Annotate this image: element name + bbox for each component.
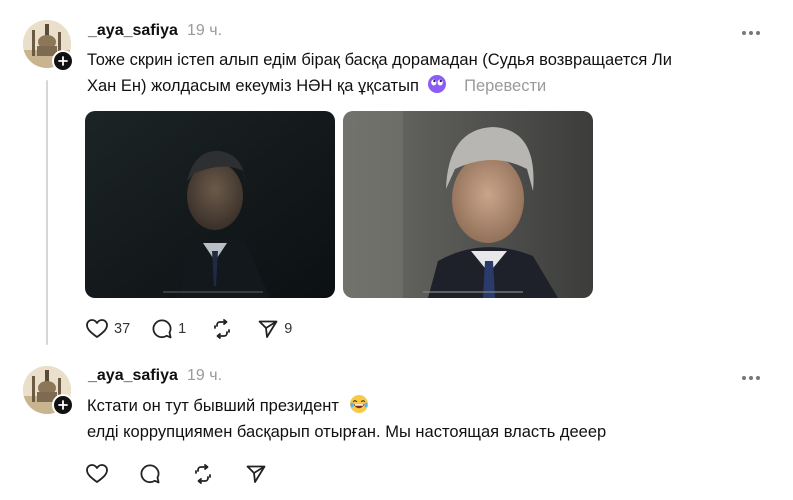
post-image[interactable]: [343, 111, 593, 298]
post-text-line: елді коррупциямен басқарып отырған. Мы н…: [87, 423, 607, 441]
post-text-line: Хан Ен) жолдасым екеуміз НӘН қа ұқсатып …: [87, 74, 546, 99]
reply-count: 1: [178, 321, 187, 337]
heart-icon: [86, 319, 108, 338]
repost-icon: [195, 464, 211, 484]
username[interactable]: _aya_safiya: [88, 367, 178, 385]
share-count: 9: [284, 321, 293, 337]
post-actions: [86, 461, 266, 487]
follow-button[interactable]: [52, 394, 74, 416]
more-dots-icon: [742, 31, 760, 35]
username[interactable]: _aya_safiya: [88, 22, 178, 40]
heart-icon: [86, 464, 108, 483]
like-count: 37: [114, 321, 131, 337]
eyes-rolling-emoji: [428, 75, 447, 93]
post-image[interactable]: [85, 111, 335, 298]
more-options-button[interactable]: [739, 23, 763, 43]
post-text-line: Кстати он тут бывший президент: [87, 394, 369, 419]
more-dots-icon: [742, 376, 760, 380]
more-options-button[interactable]: [739, 368, 763, 388]
post-text-line-1: Кстати он тут бывший президент: [87, 397, 339, 415]
timestamp[interactable]: 19 ч.: [187, 22, 222, 40]
repost-icon: [214, 319, 231, 339]
comment-icon: [140, 464, 160, 484]
plus-icon: [58, 400, 68, 410]
image-man-in-dark-room: [85, 111, 335, 298]
post-actions: 37 1 9: [86, 316, 292, 342]
follow-button[interactable]: [52, 50, 74, 72]
share-button[interactable]: [246, 464, 266, 484]
repost-button[interactable]: [212, 319, 232, 339]
like-button[interactable]: [86, 464, 108, 484]
timestamp[interactable]: 19 ч.: [187, 367, 222, 385]
image-gray-haired-man: [343, 111, 593, 298]
send-icon: [246, 465, 266, 483]
repost-button[interactable]: [193, 464, 213, 484]
comment-icon: [152, 319, 172, 339]
post-text-line: Тоже скрин істеп алып едім бірақ басқа д…: [87, 51, 672, 69]
reply-button[interactable]: [140, 464, 160, 484]
reply-button[interactable]: 1: [152, 319, 186, 339]
thread-line: [46, 80, 48, 345]
like-button[interactable]: 37: [86, 319, 130, 339]
translate-link[interactable]: Перевести: [464, 77, 546, 95]
plus-icon: [58, 56, 68, 66]
send-icon: [258, 320, 278, 338]
post-text-line-2: Хан Ен) жолдасым екеуміз НӘН қа ұқсатып: [87, 77, 419, 95]
laughing-emoji: [349, 395, 368, 413]
share-button[interactable]: 9: [258, 319, 292, 339]
